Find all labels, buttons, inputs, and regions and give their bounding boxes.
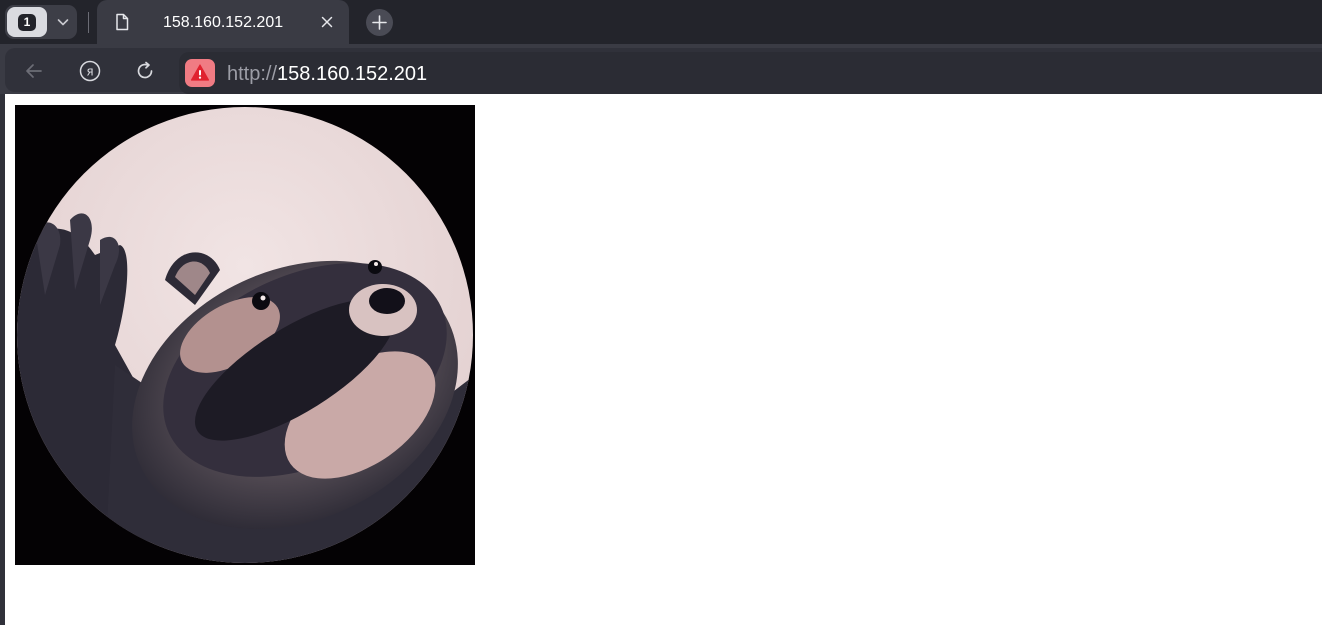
plus-icon xyxy=(372,15,387,30)
page-icon xyxy=(116,13,129,31)
chevron-down-icon[interactable] xyxy=(55,14,71,30)
tab-divider xyxy=(88,12,89,33)
toolbar-panel: я http://158.160.152.201 xyxy=(5,48,1322,94)
yandex-logo-icon[interactable]: я xyxy=(79,60,101,82)
url-host: 158.160.152.201 xyxy=(277,63,428,85)
tab-title: 158.160.152.201 xyxy=(163,14,284,31)
page-viewport xyxy=(0,94,1322,625)
new-tab-button[interactable] xyxy=(366,9,393,36)
url-text: http://158.160.152.201 xyxy=(227,62,427,86)
tab-strip: 1 158.160.152.201 xyxy=(0,0,1322,44)
reload-icon[interactable] xyxy=(134,60,156,82)
security-warning-badge[interactable] xyxy=(185,59,215,87)
svg-text:я: я xyxy=(86,65,93,79)
back-arrow-icon[interactable] xyxy=(23,60,45,82)
browser-window: 1 158.160.152.201 я http://158.160.152.2… xyxy=(0,0,1322,625)
warning-icon xyxy=(190,64,210,81)
tab-counter-badge: 1 xyxy=(7,7,47,37)
tab-count: 1 xyxy=(18,14,36,31)
url-scheme: http:// xyxy=(227,63,278,85)
raccoon-picture xyxy=(15,105,475,565)
window-frame-edge xyxy=(0,94,5,625)
tab-active[interactable]: 158.160.152.201 xyxy=(97,0,349,44)
address-bar[interactable]: http://158.160.152.201 xyxy=(179,52,1322,94)
close-icon[interactable] xyxy=(319,14,335,30)
tab-counter-button[interactable]: 1 xyxy=(5,5,77,39)
raccoon-image xyxy=(15,105,475,565)
toolbar: я http://158.160.152.201 xyxy=(0,44,1322,94)
